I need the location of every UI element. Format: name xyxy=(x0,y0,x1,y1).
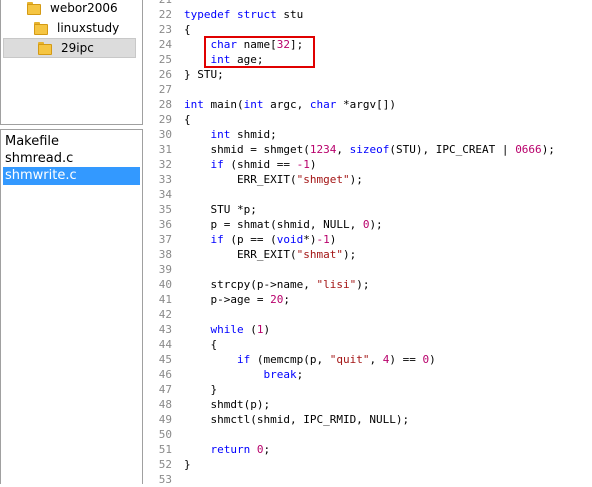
line-code: { xyxy=(184,113,191,126)
line-number: 52 xyxy=(158,458,172,471)
line-code: { xyxy=(184,338,218,351)
line-code: ERR_EXIT("shmat"); xyxy=(184,248,357,261)
line-number: 49 xyxy=(158,413,172,426)
file-list: Makefile shmread.c shmwrite.c xyxy=(0,129,143,484)
line-code: typedef struct stu xyxy=(184,8,304,21)
line-code: if (memcmp(p, "quit", 4) == 0) xyxy=(236,353,436,366)
line-number: 27 xyxy=(158,83,172,96)
folder-item-label: linuxstudy xyxy=(57,21,120,35)
line-number: 28 xyxy=(158,98,172,111)
line-code: break; xyxy=(263,368,304,381)
folder-icon xyxy=(34,21,48,35)
line-code: int shmid; xyxy=(210,128,277,141)
line-code: } STU; xyxy=(184,68,224,81)
line-number: 34 xyxy=(158,188,172,201)
line-code: shmctl(shmid, IPC_RMID, NULL); xyxy=(184,413,410,426)
line-number: 44 xyxy=(158,338,172,351)
folder-item-29ipc[interactable]: 29ipc xyxy=(3,38,136,58)
line-number: 48 xyxy=(158,398,172,411)
folder-icon xyxy=(38,41,52,55)
line-number: 26 xyxy=(158,68,172,81)
line-number: 39 xyxy=(158,263,172,276)
file-item-shmwrite[interactable]: shmwrite.c xyxy=(3,167,140,185)
folder-item-webor2006[interactable]: webor2006 xyxy=(27,0,118,18)
code-editor[interactable]: 2122typedef struct stu23{24 char name[32… xyxy=(145,0,592,486)
line-code: shmdt(p); xyxy=(184,398,271,411)
folder-item-label: 29ipc xyxy=(61,41,94,55)
line-code: } xyxy=(184,383,218,396)
line-number: 21 xyxy=(145,0,172,7)
line-number: 37 xyxy=(158,233,172,246)
line-code: STU *p; xyxy=(184,203,257,216)
line-number: 41 xyxy=(158,293,172,306)
line-code: shmid = shmget(1234, sizeof(STU), IPC_CR… xyxy=(184,143,555,156)
line-number: 24 xyxy=(158,38,172,51)
line-code: strcpy(p->name, "lisi"); xyxy=(184,278,370,291)
line-number: 43 xyxy=(158,323,172,336)
line-number: 32 xyxy=(158,158,172,171)
line-code: if (shmid == -1) xyxy=(210,158,317,171)
line-number: 25 xyxy=(158,53,172,66)
explorer-panel: webor2006 linuxstudy 29ipc Makefile shmr… xyxy=(0,0,143,484)
line-number: 23 xyxy=(158,23,172,36)
folder-item-linuxstudy[interactable]: linuxstudy xyxy=(34,18,119,38)
folder-icon xyxy=(27,1,41,15)
file-item-shmread[interactable]: shmread.c xyxy=(3,150,140,168)
line-code: int main(int argc, char *argv[]) xyxy=(184,98,396,111)
line-number: 50 xyxy=(158,428,172,441)
line-code: { xyxy=(184,23,191,36)
line-code: p->age = 20; xyxy=(184,293,290,306)
line-number: 33 xyxy=(158,173,172,186)
line-code: while (1) xyxy=(210,323,271,336)
folder-tree: webor2006 linuxstudy 29ipc xyxy=(0,0,143,125)
line-number: 36 xyxy=(158,218,172,231)
line-number: 22 xyxy=(158,8,172,21)
folder-item-label: webor2006 xyxy=(50,1,118,15)
line-number: 38 xyxy=(158,248,172,261)
file-item-makefile[interactable]: Makefile xyxy=(3,133,140,151)
line-number: 42 xyxy=(158,308,172,321)
line-number: 31 xyxy=(158,143,172,156)
line-number: 46 xyxy=(158,368,172,381)
line-number: 47 xyxy=(158,383,172,396)
line-number: 51 xyxy=(158,443,172,456)
line-number: 35 xyxy=(158,203,172,216)
line-number: 53 xyxy=(158,473,172,486)
line-code: if (p == (void*)-1) xyxy=(210,233,337,246)
line-number: 30 xyxy=(158,128,172,141)
line-code: } xyxy=(184,458,191,471)
line-code: p = shmat(shmid, NULL, 0); xyxy=(184,218,383,231)
highlight-box xyxy=(204,36,315,68)
line-code: return 0; xyxy=(210,443,271,456)
line-number: 40 xyxy=(158,278,172,291)
line-number: 45 xyxy=(158,353,172,366)
line-number: 29 xyxy=(158,113,172,126)
line-code: ERR_EXIT("shmget"); xyxy=(184,173,363,186)
